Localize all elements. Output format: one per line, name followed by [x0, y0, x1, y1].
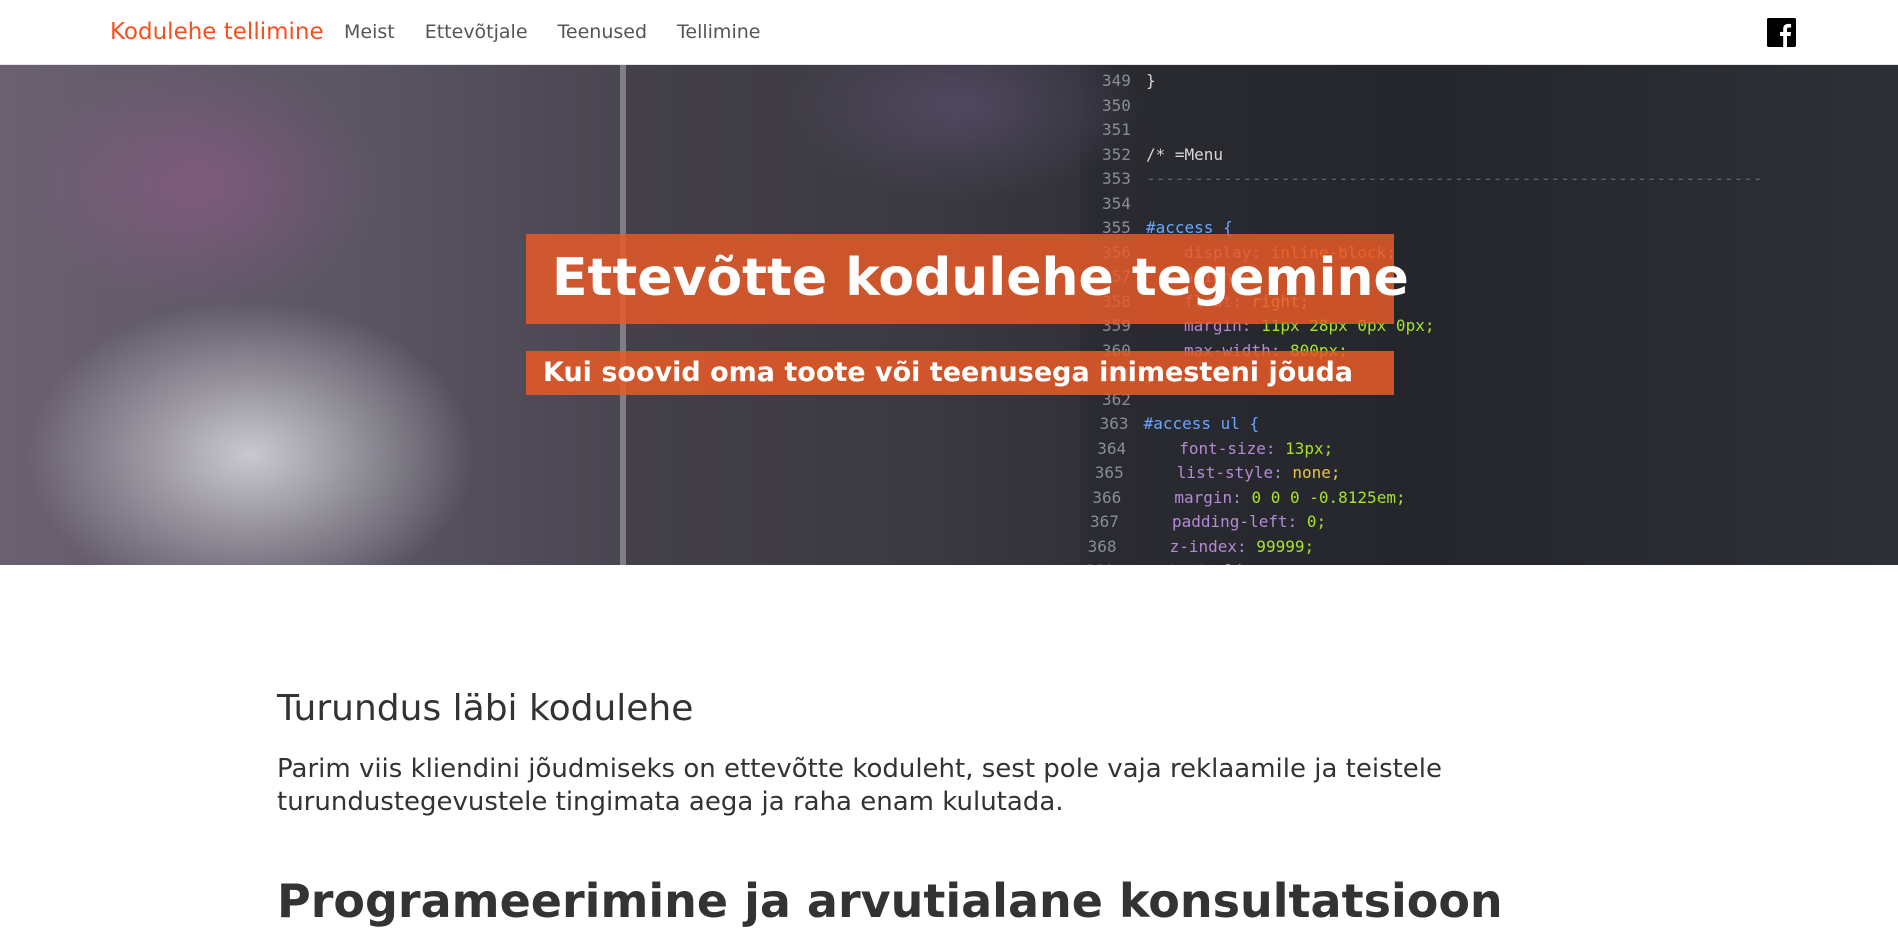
- code-line: 349}: [1102, 71, 1156, 90]
- code-line: 353 -------------------------------------…: [1102, 169, 1763, 188]
- code-line: 368 z-index: 99999;: [1088, 537, 1315, 556]
- code-line-text: list-style: none;: [1176, 463, 1341, 482]
- code-line-text: font-size: 13px;: [1179, 438, 1334, 458]
- code-line-text: }: [1146, 71, 1156, 90]
- code-line-number: 352: [1102, 144, 1131, 164]
- code-line-number: 353: [1102, 169, 1131, 188]
- code-line: 369 text-align:: [1085, 561, 1273, 565]
- code-line: 367 padding-left: 0;: [1090, 512, 1326, 531]
- code-line-number: 349: [1102, 71, 1131, 90]
- hero-title: Ettevõtte kodulehe tegemine: [552, 248, 1409, 308]
- nav-link-tellimine[interactable]: Tellimine: [677, 21, 760, 43]
- section-text: Parim viis kliendini jõudmiseks on ettev…: [277, 754, 1443, 817]
- code-line-text: z-index: 99999;: [1169, 536, 1315, 556]
- nav-links: Meist Ettevõtjale Teenused Tellimine: [344, 21, 760, 43]
- code-line: 366 margin: 0 0 0 -0.8125em;: [1092, 488, 1405, 507]
- code-line: 354: [1102, 194, 1146, 213]
- code-line-number: 365: [1094, 463, 1124, 482]
- code-line-number: 351: [1102, 120, 1131, 139]
- code-line-number: 368: [1087, 536, 1117, 556]
- consulting-title: Programeerimine ja arvutialane konsultat…: [277, 874, 1503, 928]
- nav-link-teenused[interactable]: Teenused: [558, 21, 648, 43]
- top-navbar: Kodulehe tellimine Meist Ettevõtjale Tee…: [0, 0, 1898, 65]
- nav-link-meist[interactable]: Meist: [344, 21, 395, 43]
- code-line-text: text-align:: [1167, 561, 1273, 565]
- code-line-number: 364: [1097, 438, 1127, 458]
- code-line-text: padding-left: 0;: [1172, 512, 1327, 531]
- code-line-text: /* =Menu: [1146, 144, 1224, 164]
- code-line-text: margin: 0 0 0 -0.8125em;: [1174, 487, 1406, 507]
- code-line-number: 367: [1090, 512, 1119, 531]
- brand-link[interactable]: Kodulehe tellimine: [110, 19, 324, 45]
- code-line-number: 350: [1102, 95, 1131, 115]
- section-title: Turundus läbi kodulehe: [277, 688, 694, 729]
- code-line-number: 366: [1092, 487, 1122, 507]
- code-line-number: 363: [1099, 414, 1129, 433]
- hero-banner: 349} 350 351 352 /* =Menu 353 ----------------…: [0, 65, 1898, 565]
- code-line: 364 font-size: 13px;: [1097, 439, 1333, 458]
- hero-subtitle: Kui soovid oma toote või teenusega inime…: [543, 357, 1354, 388]
- code-line-text: ----------------------------------------…: [1146, 169, 1763, 188]
- code-line: 363 #access ul {: [1100, 414, 1260, 433]
- code-line-number: 369: [1085, 561, 1129, 565]
- code-line-text: #access ul {: [1143, 414, 1260, 433]
- facebook-logo-glyph: [1767, 18, 1796, 47]
- nav-link-ettevotjale[interactable]: Ettevõtjale: [425, 21, 528, 43]
- code-line: 350: [1102, 96, 1146, 115]
- code-line: 351: [1102, 120, 1146, 139]
- facebook-icon[interactable]: [1767, 18, 1796, 47]
- code-line-number: 354: [1102, 193, 1131, 213]
- code-line: 352 /* =Menu: [1102, 145, 1223, 164]
- code-line: 365 list-style: none;: [1095, 463, 1341, 482]
